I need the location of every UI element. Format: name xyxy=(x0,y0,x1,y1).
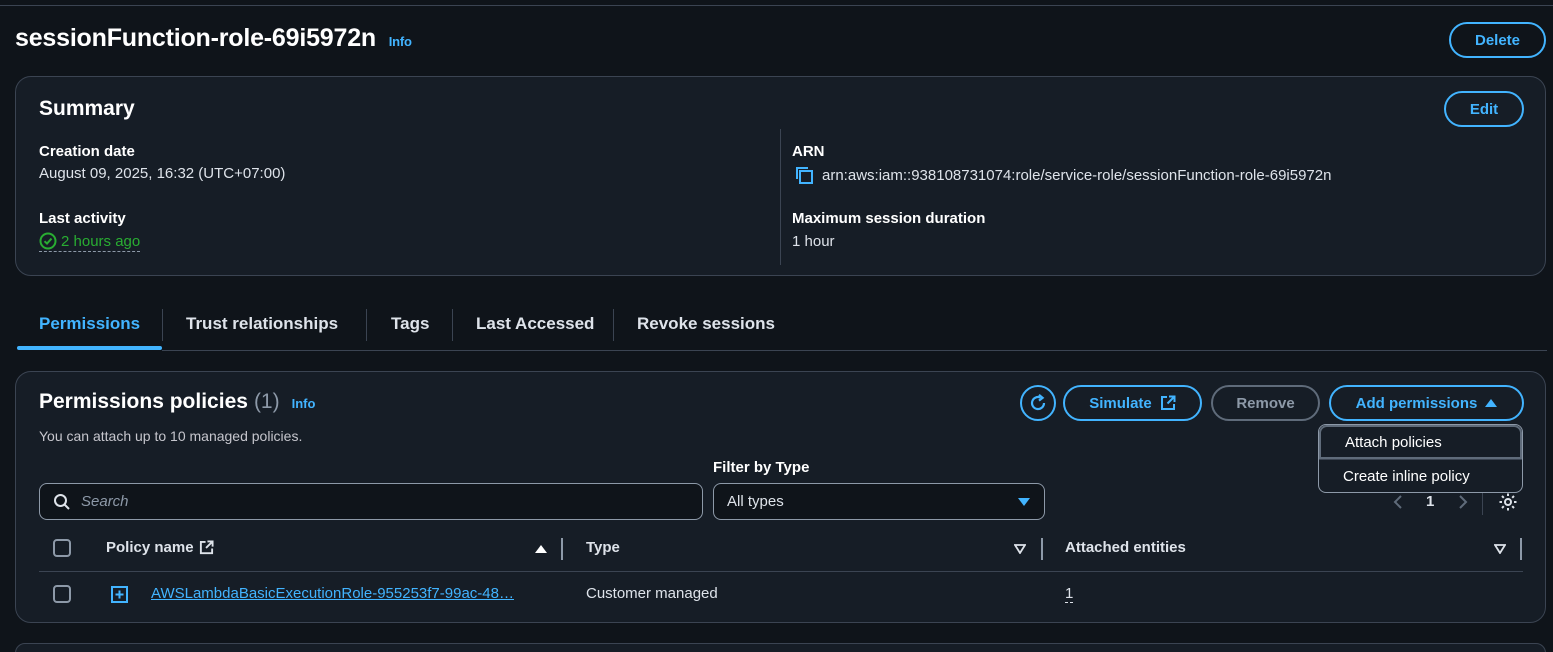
delete-button[interactable]: Delete xyxy=(1449,22,1546,58)
tab-trust-relationships[interactable]: Trust relationships xyxy=(186,314,338,334)
table-row: AWSLambdaBasicExecutionRole-955253f7-99a… xyxy=(39,572,1523,616)
next-page-icon[interactable] xyxy=(1458,494,1468,510)
attached-entities-count[interactable]: 1 xyxy=(1065,585,1074,603)
arn-value: arn:aws:iam::938108731074:role/service-r… xyxy=(822,166,1332,184)
filter-value: All types xyxy=(727,493,784,510)
top-divider xyxy=(0,0,1553,6)
last-activity-value[interactable]: 2 hours ago xyxy=(39,232,141,252)
arn-row: arn:aws:iam::938108731074:role/service-r… xyxy=(794,165,1331,185)
creation-date-label: Creation date xyxy=(39,143,135,160)
title-info-link[interactable]: Info xyxy=(389,34,412,49)
refresh-button[interactable] xyxy=(1020,385,1056,421)
policies-title: Permissions policies xyxy=(39,390,248,413)
summary-panel: Summary Edit Creation date August 09, 20… xyxy=(15,76,1546,276)
remove-button[interactable]: Remove xyxy=(1211,385,1320,421)
add-permissions-dropdown: Attach policies Create inline policy xyxy=(1318,424,1523,493)
last-activity-text: 2 hours ago xyxy=(61,232,141,250)
column-separator xyxy=(561,538,563,560)
tab-separator xyxy=(162,309,163,341)
sort-icon[interactable] xyxy=(1494,544,1506,554)
tab-permissions[interactable]: Permissions xyxy=(39,314,140,334)
search-input[interactable]: Search xyxy=(39,483,703,520)
page-title: sessionFunction-role-69i5972n Info xyxy=(15,24,412,52)
page-number[interactable]: 1 xyxy=(1426,493,1434,510)
sort-ascending-icon[interactable] xyxy=(535,544,547,554)
select-all-checkbox[interactable] xyxy=(53,539,71,557)
max-session-label: Maximum session duration xyxy=(792,210,986,227)
tab-tags[interactable]: Tags xyxy=(391,314,429,334)
simulate-button[interactable]: Simulate xyxy=(1063,385,1202,421)
menu-item-create-inline-policy[interactable]: Create inline policy xyxy=(1319,459,1522,492)
policy-name-link[interactable]: AWSLambdaBasicExecutionRole-955253f7-99a… xyxy=(151,585,541,602)
column-header-attached-entities[interactable]: Attached entities xyxy=(1065,539,1186,556)
creation-date-value: August 09, 2025, 16:32 (UTC+07:00) xyxy=(39,165,286,182)
copy-icon[interactable] xyxy=(794,165,814,185)
filter-by-type-select[interactable]: All types xyxy=(713,483,1045,520)
policies-header: Permissions policies (1) Info xyxy=(39,390,315,414)
policies-info-link[interactable]: Info xyxy=(292,396,316,411)
policies-count: (1) xyxy=(253,390,280,413)
tab-separator xyxy=(366,309,367,341)
policies-description: You can attach up to 10 managed policies… xyxy=(39,428,303,444)
check-circle-icon xyxy=(39,232,57,250)
active-tab-indicator xyxy=(17,346,162,350)
next-panel-edge xyxy=(15,643,1546,652)
search-icon xyxy=(54,493,70,510)
caret-up-icon xyxy=(1485,399,1498,407)
caret-down-icon xyxy=(1018,497,1030,506)
add-permissions-button[interactable]: Add permissions xyxy=(1329,385,1524,421)
policy-type: Customer managed xyxy=(586,585,718,602)
last-activity-label: Last activity xyxy=(39,210,126,227)
search-placeholder: Search xyxy=(81,493,129,510)
tab-last-accessed[interactable]: Last Accessed xyxy=(476,314,594,334)
settings-gear-icon[interactable] xyxy=(1498,492,1518,512)
arn-label: ARN xyxy=(792,143,825,160)
column-header-type[interactable]: Type xyxy=(586,539,620,556)
row-checkbox[interactable] xyxy=(53,585,71,603)
external-link-icon xyxy=(1160,395,1176,410)
sort-icon[interactable] xyxy=(1014,544,1026,554)
edit-button[interactable]: Edit xyxy=(1444,91,1524,127)
tabs-bottom-border xyxy=(162,350,1547,351)
previous-page-icon[interactable] xyxy=(1393,494,1403,510)
tab-separator xyxy=(613,309,614,341)
max-session-value: 1 hour xyxy=(792,233,835,250)
tab-separator xyxy=(452,309,453,341)
expand-icon[interactable] xyxy=(111,586,128,603)
column-header-policy-name[interactable]: Policy name xyxy=(106,539,214,556)
external-link-icon xyxy=(199,540,214,555)
column-separator xyxy=(1041,538,1043,560)
refresh-icon xyxy=(1030,393,1046,411)
menu-item-attach-policies[interactable]: Attach policies xyxy=(1319,425,1522,459)
column-separator xyxy=(1520,538,1522,560)
filter-by-type-label: Filter by Type xyxy=(713,459,810,476)
tab-revoke-sessions[interactable]: Revoke sessions xyxy=(637,314,775,334)
summary-divider xyxy=(780,129,781,265)
summary-title: Summary xyxy=(39,97,135,120)
